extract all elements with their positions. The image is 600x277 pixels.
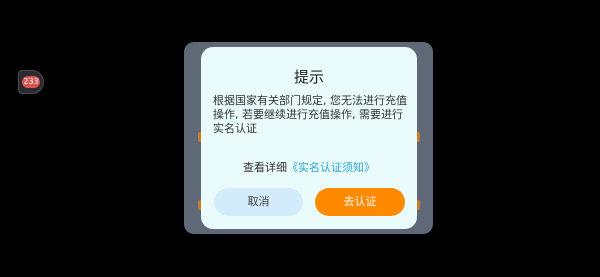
screen: 233 提示 根据国家有关部门规定, 您无法进行充值操作, 若要继续进行充值操作… [0,0,600,277]
app-badge: 233 [22,76,40,88]
verification-dialog: 提示 根据国家有关部门规定, 您无法进行充值操作, 若要继续进行充值操作, 需要… [201,47,417,229]
details-prefix: 查看详细 [243,161,287,174]
real-name-notice-link[interactable]: 《实名认证须知》 [287,161,375,174]
dialog-title: 提示 [293,68,324,86]
details-line: 查看详细《实名认证须知》 [201,159,417,175]
dialog-message: 根据国家有关部门规定, 您无法进行充值操作, 若要继续进行充值操作, 需要进行实… [213,94,407,135]
verify-button[interactable]: 去认证 [315,188,405,216]
cancel-button[interactable]: 取消 [214,188,303,216]
app-logo-icon[interactable]: 233 [18,70,44,94]
